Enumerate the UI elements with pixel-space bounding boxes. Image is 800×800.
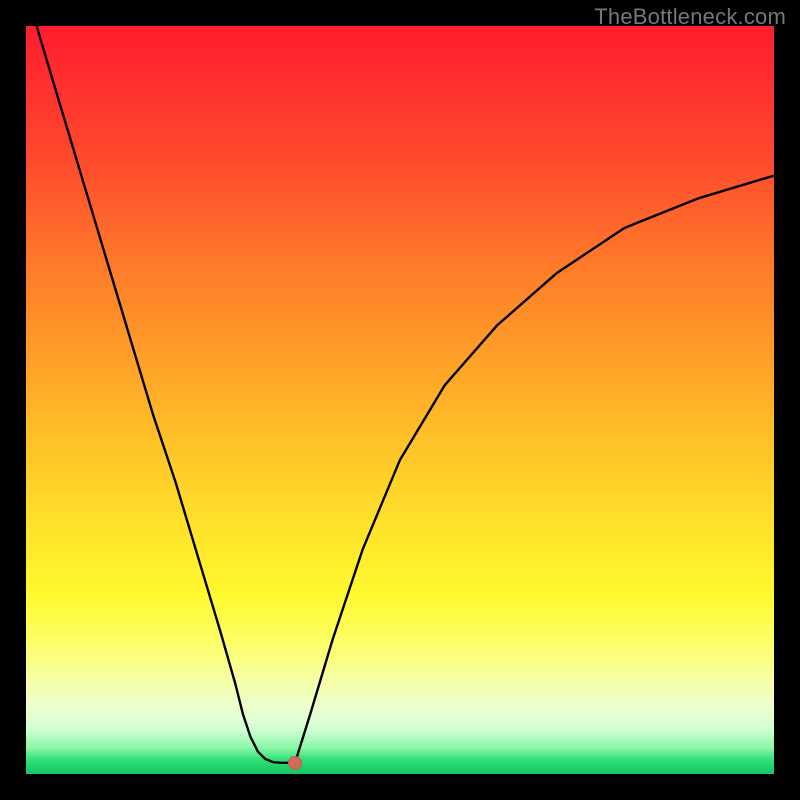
watermark-text: TheBottleneck.com <box>594 4 786 30</box>
bottleneck-curve <box>26 0 774 763</box>
plot-area <box>26 26 774 774</box>
chart-frame: TheBottleneck.com <box>0 0 800 800</box>
curve-svg <box>26 26 774 774</box>
optimal-point-marker <box>288 756 302 770</box>
